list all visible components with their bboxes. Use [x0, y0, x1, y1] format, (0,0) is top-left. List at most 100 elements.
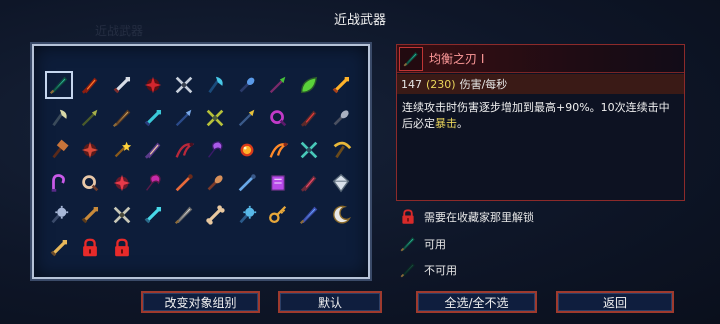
- assassin-dagger-icon: [144, 142, 161, 159]
- inventory-panel: [32, 44, 370, 279]
- weapon-slot[interactable]: [328, 137, 354, 163]
- ice-fang-icon: [300, 207, 318, 225]
- screen-title: 近战武器: [333, 13, 386, 28]
- weapon-slot[interactable]: [109, 137, 135, 163]
- twin-daggers-icon: [175, 76, 193, 94]
- hand-axe-icon: [81, 207, 99, 224]
- unavailable-weapon-icon: [398, 260, 418, 280]
- weapon-slot[interactable]: [296, 105, 322, 131]
- weapon-slot[interactable]: [202, 137, 228, 163]
- mace-icon: [51, 206, 69, 224]
- weapon-slot[interactable]: [171, 72, 197, 98]
- fire-brand-icon: [332, 76, 349, 94]
- bone-club-icon: [333, 109, 349, 125]
- weapon-slot[interactable]: [109, 202, 135, 228]
- legend-available: 可用: [398, 234, 446, 254]
- weapon-slot[interactable]: [46, 202, 72, 228]
- weapon-slot[interactable]: [202, 170, 228, 196]
- weapon-slot[interactable]: [234, 105, 260, 131]
- weapon-slot[interactable]: [45, 71, 73, 99]
- weapon-slot[interactable]: [265, 170, 291, 196]
- lock-icon: [398, 207, 418, 227]
- weapon-slot[interactable]: [109, 170, 135, 196]
- weapon-slot[interactable]: [234, 202, 260, 228]
- weapon-slot[interactable]: [202, 202, 228, 228]
- cursed-tome-icon: [113, 174, 130, 192]
- back-button[interactable]: 返回: [556, 291, 674, 313]
- old-sword-icon: [50, 239, 68, 257]
- change-group-button[interactable]: 改变对象组别: [141, 291, 260, 313]
- weapon-description: 连续攻击时伤害逐步增加到最高+90%。10次连续击中后必定暴击。: [397, 94, 684, 138]
- weapon-slot[interactable]: [234, 170, 260, 196]
- weapon-slot[interactable]: [328, 202, 354, 228]
- weapon-slot[interactable]: [140, 72, 166, 98]
- weapon-slot[interactable]: [265, 105, 291, 131]
- bone-icon: [206, 205, 226, 225]
- weapon-slot[interactable]: [171, 137, 197, 163]
- description-crit: 暴击: [435, 117, 457, 130]
- default-button[interactable]: 默认: [278, 291, 382, 313]
- weapon-slot[interactable]: [265, 72, 291, 98]
- hammer-icon: [52, 139, 69, 159]
- weapon-slot[interactable]: [77, 170, 103, 196]
- legend-unavailable-label: 不可用: [424, 264, 457, 277]
- weapon-slot[interactable]: [140, 137, 166, 163]
- chain-whip-icon: [175, 142, 195, 158]
- weapon-slot[interactable]: [171, 170, 197, 196]
- weapon-slot[interactable]: [296, 170, 322, 196]
- weapon-slot[interactable]: [77, 235, 103, 261]
- detail-header: 均衡之刃 I: [397, 45, 684, 73]
- spell-book-icon: [270, 174, 286, 191]
- weapon-slot[interactable]: [109, 72, 135, 98]
- weapon-slot[interactable]: [46, 137, 72, 163]
- weapon-slot[interactable]: [140, 170, 166, 196]
- crystal-sword-icon: [144, 207, 161, 224]
- weapon-slot[interactable]: [296, 72, 322, 98]
- weapon-grid: [45, 71, 354, 261]
- weapon-slot[interactable]: [77, 202, 103, 228]
- rod-icon: [238, 174, 256, 192]
- weapon-slot[interactable]: [171, 105, 197, 131]
- weapon-slot[interactable]: [234, 137, 260, 163]
- weapon-slot[interactable]: [140, 202, 166, 228]
- dps-label: 伤害/每秒: [459, 78, 508, 91]
- weapon-slot[interactable]: [202, 105, 228, 131]
- legend-locked-label: 需要在收藏家那里解锁: [424, 211, 534, 224]
- weapon-slot[interactable]: [328, 72, 354, 98]
- pickaxe-icon: [333, 141, 351, 159]
- weapon-slot[interactable]: [265, 137, 291, 163]
- weapon-slot[interactable]: [296, 137, 322, 163]
- weapon-slot[interactable]: [77, 137, 103, 163]
- weapon-slot[interactable]: [265, 202, 291, 228]
- ice-spear-icon: [176, 109, 192, 126]
- weapon-slot[interactable]: [109, 105, 135, 131]
- weapon-slot[interactable]: [328, 105, 354, 131]
- weapon-slot[interactable]: [234, 72, 260, 98]
- bull-horn-icon: [82, 141, 99, 159]
- weapon-slot[interactable]: [46, 105, 72, 131]
- legend-unavailable: 不可用: [398, 260, 457, 280]
- weapon-slot[interactable]: [140, 105, 166, 131]
- crossed-swords-icon: [113, 207, 130, 224]
- tentacle-icon: [145, 173, 161, 191]
- ice-pillar-icon: [239, 206, 256, 224]
- weapon-slot[interactable]: [46, 170, 72, 196]
- red-lance-icon: [301, 110, 317, 127]
- weapon-slot[interactable]: [46, 235, 72, 261]
- available-weapon-icon: [398, 234, 418, 254]
- weapon-slot[interactable]: [77, 72, 103, 98]
- weapon-slot[interactable]: [328, 170, 354, 196]
- moon-blade-icon: [332, 206, 351, 224]
- weapon-name: 均衡之刃 I: [429, 52, 485, 66]
- weapon-slot[interactable]: [171, 202, 197, 228]
- select-all-button[interactable]: 全选/全不选: [416, 291, 537, 313]
- weapon-slot[interactable]: [109, 235, 135, 261]
- weapon-slot[interactable]: [296, 202, 322, 228]
- purple-sickle-icon: [208, 141, 224, 158]
- available-weapon-icon: [400, 237, 415, 252]
- legend-available-label: 可用: [424, 238, 446, 251]
- weapon-slot[interactable]: [77, 105, 103, 131]
- weapon-slot[interactable]: [202, 72, 228, 98]
- unavailable-weapon-icon: [400, 263, 415, 278]
- flame-whip-icon: [269, 142, 289, 158]
